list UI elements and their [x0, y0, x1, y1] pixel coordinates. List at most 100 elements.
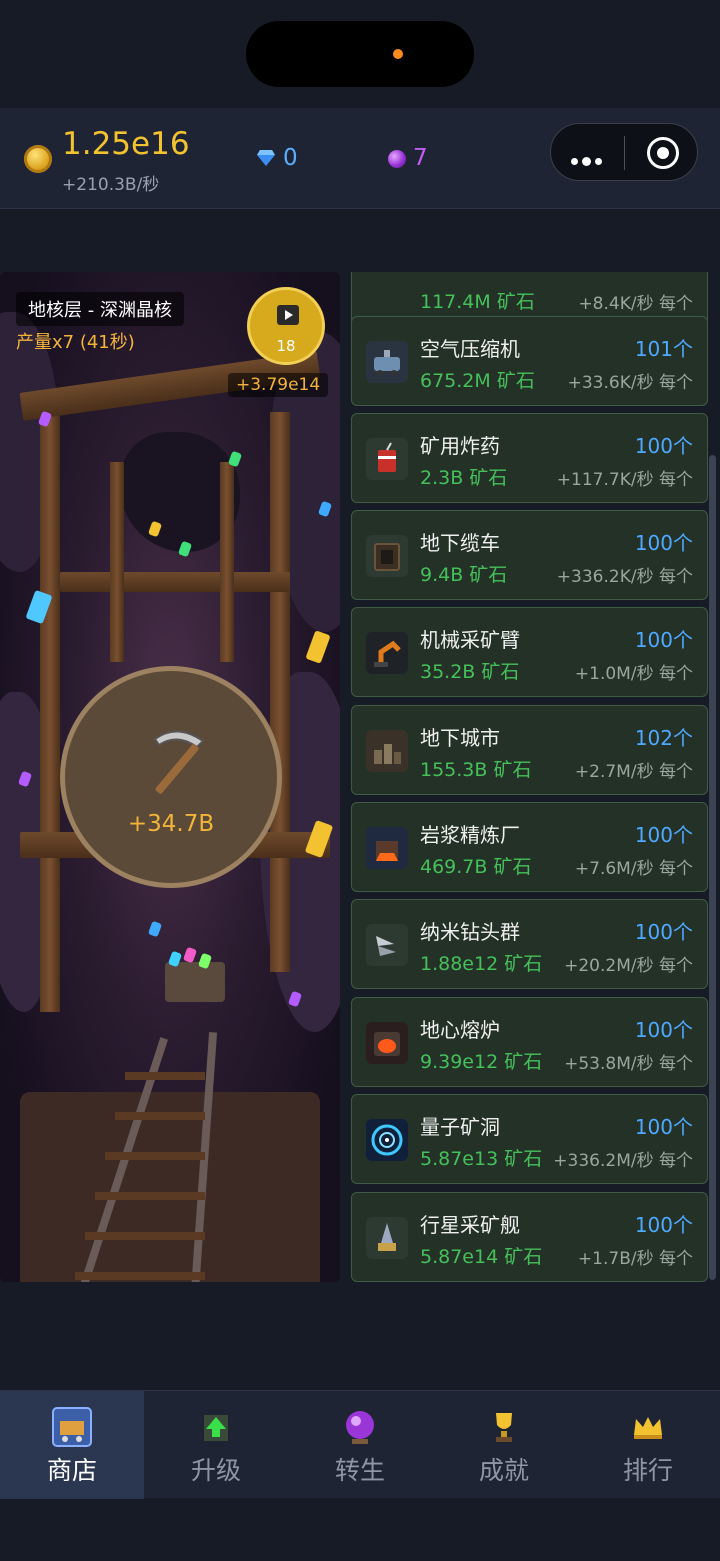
camera-indicator — [393, 49, 403, 59]
shop-item[interactable]: 地下缆车 100个 9.4B 矿石 +336.2K/秒 每个 — [351, 510, 708, 600]
item-rate: +117.7K/秒 每个 — [556, 470, 693, 490]
item-cost: 117.4M 矿石 — [420, 291, 535, 313]
item-name: 机械采矿臂 — [420, 628, 520, 652]
diamond-icon — [257, 150, 275, 166]
air-compressor-icon — [366, 341, 408, 383]
shop-item[interactable]: 纳米钻头群 100个 1.88e12 矿石 +20.2M/秒 每个 — [351, 899, 708, 989]
planet-miner-icon — [366, 1217, 408, 1259]
item-name: 空气压缩机 — [420, 337, 520, 361]
item-count: 102个 — [634, 726, 693, 750]
production-multiplier: 产量x7 (41秒) — [16, 332, 135, 353]
cable-car-icon — [366, 535, 408, 577]
robot-arm-icon — [366, 632, 408, 674]
item-count: 100个 — [634, 1115, 693, 1139]
tab-label: 升级 — [190, 1456, 241, 1485]
rebirth-orb-icon — [388, 150, 406, 168]
item-cost: 155.3B 矿石 — [420, 759, 532, 781]
item-name: 岩浆精炼厂 — [420, 823, 520, 847]
tab-upgrade[interactable]: 升级 — [144, 1391, 288, 1499]
item-name: 量子矿洞 — [420, 1115, 500, 1139]
item-cost: 1.88e12 矿石 — [420, 953, 543, 975]
item-cost: 469.7B 矿石 — [420, 856, 532, 878]
close-target-icon[interactable] — [647, 137, 679, 169]
core-furnace-icon — [366, 1022, 408, 1064]
item-name: 地下城市 — [420, 726, 500, 750]
item-count: 100个 — [634, 531, 693, 555]
tab-label: 商店 — [46, 1456, 97, 1485]
shop-item[interactable]: 量子矿洞 100个 5.87e13 矿石 +336.2M/秒 每个 — [351, 1094, 708, 1184]
item-cost: 5.87e14 矿石 — [420, 1246, 543, 1268]
video-play-icon — [277, 305, 299, 325]
tab-ranking[interactable]: 排行 — [576, 1391, 720, 1499]
item-rate: +1.7B/秒 每个 — [577, 1249, 693, 1269]
video-reward-amount: +3.79e14 — [228, 373, 329, 397]
quantum-mine-icon — [366, 1119, 408, 1161]
bottom-nav: 商店 升级 转生 成就 排行 — [0, 1390, 720, 1499]
item-rate: +2.7M/秒 每个 — [574, 762, 693, 782]
item-rate: +53.8M/秒 每个 — [564, 1054, 693, 1074]
tab-achievements[interactable]: 成就 — [432, 1391, 576, 1499]
shop-item[interactable]: 地下城市 102个 155.3B 矿石 +2.7M/秒 每个 — [351, 705, 708, 795]
shop-scrollbar[interactable] — [709, 455, 716, 1280]
item-cost: 9.39e12 矿石 — [420, 1051, 543, 1073]
video-count: 18 — [276, 337, 296, 355]
capsule-divider — [624, 136, 625, 170]
shop-item[interactable]: 机械采矿臂 100个 35.2B 矿石 +1.0M/秒 每个 — [351, 607, 708, 697]
magma-refinery-icon — [366, 827, 408, 869]
camera-notch — [246, 21, 474, 87]
item-cost: 5.87e13 矿石 — [420, 1148, 543, 1170]
shop-item[interactable]: 矿用炸药 100个 2.3B 矿石 +117.7K/秒 每个 — [351, 413, 708, 503]
trophy-icon — [496, 1413, 512, 1442]
item-count: 100个 — [634, 920, 693, 944]
item-count: 100个 — [634, 628, 693, 652]
nano-drill-icon — [366, 924, 408, 966]
item-name: 纳米钻头群 — [420, 920, 520, 944]
mine-click-button[interactable]: +34.7B — [60, 666, 282, 888]
more-menu-icon[interactable] — [571, 150, 606, 169]
shop-cart-icon — [52, 1407, 92, 1447]
item-count: 100个 — [634, 1213, 693, 1237]
underground-city-icon — [366, 730, 408, 772]
gold-coin-icon — [24, 145, 52, 173]
item-name: 地下缆车 — [420, 531, 500, 555]
mine-level-label: 地核层 - 深渊晶核 — [16, 292, 184, 326]
video-reward-button[interactable]: 18 — [247, 287, 325, 365]
pickaxe-icon — [153, 730, 205, 794]
crown-icon — [634, 1417, 662, 1439]
shop-item[interactable]: 岩浆精炼厂 100个 469.7B 矿石 +7.6M/秒 每个 — [351, 802, 708, 892]
upgrade-arrow-icon — [204, 1415, 228, 1441]
item-name: 行星采矿舰 — [420, 1213, 520, 1237]
item-count: 100个 — [634, 434, 693, 458]
tab-label: 转生 — [334, 1456, 385, 1485]
item-cost: 35.2B 矿石 — [420, 661, 520, 683]
item-count: 101个 — [634, 337, 693, 361]
item-cost: 675.2M 矿石 — [420, 370, 535, 392]
item-rate: +336.2M/秒 每个 — [553, 1151, 693, 1171]
item-rate: +336.2K/秒 每个 — [556, 567, 693, 587]
shop-item[interactable]: 空气压缩机 101个 675.2M 矿石 +33.6K/秒 每个 — [351, 316, 708, 406]
shop-item[interactable]: 地心熔炉 100个 9.39e12 矿石 +53.8M/秒 每个 — [351, 997, 708, 1087]
item-cost: 9.4B 矿石 — [420, 564, 508, 586]
ore-rate: +210.3B/秒 — [62, 175, 160, 195]
rebirth-orb-icon — [346, 1411, 374, 1444]
mini-program-capsule — [550, 123, 698, 181]
item-cost: 2.3B 矿石 — [420, 467, 508, 489]
item-name: 地心熔炉 — [420, 1018, 500, 1042]
click-amount: +34.7B — [127, 811, 215, 837]
tab-label: 排行 — [622, 1456, 673, 1485]
tab-rebirth[interactable]: 转生 — [288, 1391, 432, 1499]
item-rate: +1.0M/秒 每个 — [574, 664, 693, 684]
tab-label: 成就 — [478, 1456, 529, 1485]
item-rate: +8.4K/秒 每个 — [578, 294, 693, 314]
item-count: 100个 — [634, 1018, 693, 1042]
item-count: 100个 — [634, 823, 693, 847]
dynamite-icon — [366, 438, 408, 480]
item-rate: +33.6K/秒 每个 — [567, 373, 693, 393]
shop-list[interactable]: 117.4M 矿石 +8.4K/秒 每个 空气压缩机 101个 675.2M 矿… — [344, 272, 720, 1284]
rebirth-count: 7 — [413, 145, 428, 171]
diamond-count: 0 — [283, 145, 298, 171]
item-name: 矿用炸药 — [420, 434, 500, 458]
tab-shop[interactable]: 商店 — [0, 1391, 144, 1499]
shop-item[interactable]: 行星采矿舰 100个 5.87e14 矿石 +1.7B/秒 每个 — [351, 1192, 708, 1282]
ore-total: 1.25e16 — [62, 126, 190, 162]
